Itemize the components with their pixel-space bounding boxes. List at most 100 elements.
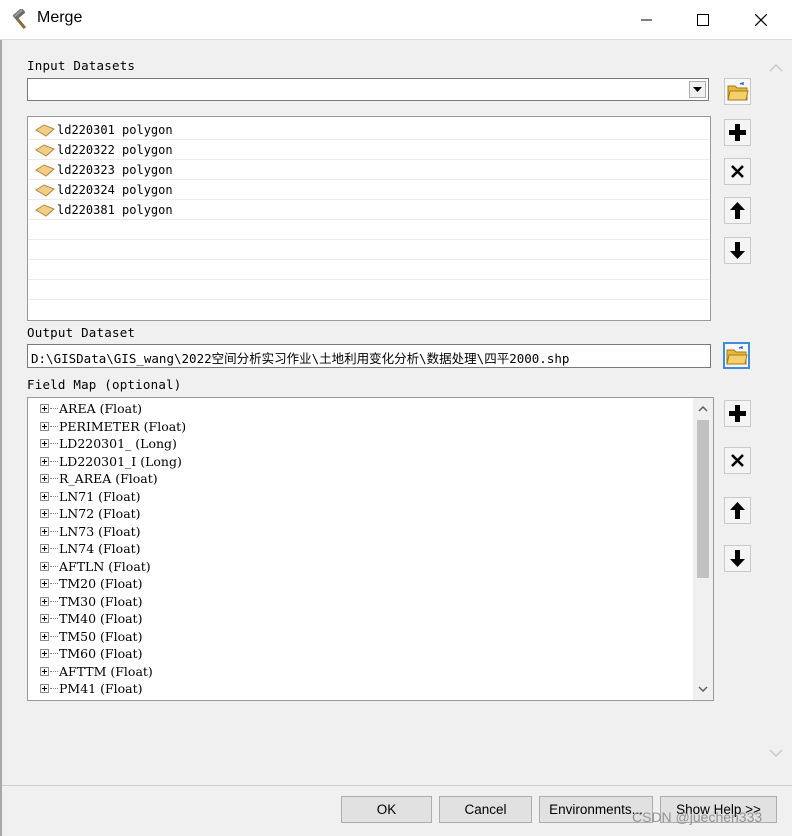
button-bar-divider [2,785,792,786]
list-item[interactable]: ld220322 polygon [28,140,710,160]
tree-item[interactable]: LN71 (Float) [28,488,688,506]
chevron-down-icon [769,749,783,758]
expand-icon[interactable] [40,666,49,676]
tree-item[interactable]: TM50 (Float) [28,628,688,646]
tree-item[interactable]: TM40 (Float) [28,610,688,628]
expand-icon[interactable] [40,614,49,623]
scroll-up-button[interactable] [695,401,711,417]
expand-icon[interactable] [40,439,49,448]
move-down-field-button[interactable] [724,545,751,572]
list-item[interactable]: ld220301 polygon [28,120,710,140]
expand-icon[interactable] [40,631,49,641]
tree-item[interactable]: LD220301_ (Long) [28,435,688,453]
scroll-down-button[interactable] [695,681,711,697]
tree-connector [50,583,58,584]
expand-icon[interactable] [40,421,49,431]
add-field-button[interactable] [724,400,751,427]
chevron-up-icon [698,406,708,412]
browse-input-button[interactable] [724,78,751,105]
remove-field-button[interactable] [724,447,751,474]
field-name: AFTTM (Float) [59,663,153,679]
tree-item[interactable]: TM20 (Float) [28,575,688,593]
expand-icon[interactable] [40,544,49,553]
tree-connector [50,443,58,444]
remove-dataset-button[interactable] [724,158,751,185]
input-datasets-list[interactable]: ld220301 polygon ld220322 polygon ld2203… [27,116,711,321]
field-name: LN72 (Float) [59,506,141,521]
tree-item[interactable]: LD220301_I (Long) [28,453,688,471]
expand-icon[interactable] [40,684,49,693]
tree-item[interactable]: LN74 (Float) [28,540,688,558]
cancel-button[interactable]: Cancel [439,796,532,823]
list-item[interactable]: ld220323 polygon [28,160,710,180]
field-map-tree[interactable]: AREA (Float) PERIMETER (Float) LD220301_… [27,397,714,701]
empty-row [28,220,710,240]
move-up-field-button[interactable] [724,497,751,524]
field-name: R_AREA (Float) [59,471,158,486]
expand-icon[interactable] [40,404,49,413]
tree-connector [50,460,58,462]
tree-connector [50,618,58,619]
tree-item[interactable]: TM60 (Float) [28,645,688,663]
minimize-button[interactable] [618,0,676,40]
expand-icon[interactable] [40,509,49,518]
output-dataset-field[interactable]: D:\GISData\GIS_wang\2022空间分析实习作业\土地利用变化分… [27,344,711,368]
move-up-dataset-button[interactable] [724,197,751,224]
folder-open-icon [725,345,748,364]
tree-connector [50,408,58,409]
browse-output-button[interactable] [723,342,750,369]
dataset-name: ld220324 polygon [57,183,173,197]
tree-item[interactable]: TM30 (Float) [28,593,688,611]
tree-item[interactable]: LN72 (Float) [28,505,688,523]
tree-item[interactable]: AREA (Float) [28,400,688,418]
field-name: LN73 (Float) [59,523,141,539]
close-icon [755,14,767,26]
tree-connector [50,513,58,514]
field-name: TM60 (Float) [59,646,143,661]
maximize-button[interactable] [674,0,732,40]
list-item[interactable]: ld220324 polygon [28,180,710,200]
expand-icon[interactable] [40,526,49,536]
expand-icon[interactable] [40,561,49,571]
ok-button[interactable]: OK [341,796,432,823]
tree-connector [50,670,58,672]
empty-row [28,280,710,300]
field-map-scrollbar[interactable] [693,398,713,700]
move-down-icon [730,242,745,259]
empty-row [28,240,710,260]
field-name: AREA (Float) [59,401,142,416]
close-button[interactable] [732,0,790,40]
dialog-scroll-up-button[interactable] [766,60,786,76]
list-item[interactable]: ld220381 polygon [28,200,710,220]
expand-icon[interactable] [40,474,49,483]
move-down-icon [730,550,745,567]
combo-dropdown-button[interactable] [689,81,706,98]
tree-item[interactable]: AFTLN (Float) [28,558,688,576]
add-dataset-button[interactable] [724,119,751,146]
chevron-down-icon [698,686,708,692]
expand-icon[interactable] [40,596,49,606]
tree-connector [50,688,58,689]
expand-icon[interactable] [40,649,49,658]
input-dataset-combo[interactable] [27,78,709,101]
move-down-dataset-button[interactable] [724,237,751,264]
tree-item[interactable]: LN73 (Float) [28,523,688,541]
title-bar: Merge [0,0,792,40]
hammer-icon [12,9,27,30]
remove-icon [731,454,744,467]
field-name: PERIMETER (Float) [59,418,187,434]
field-name: PM41 (Float) [59,681,143,696]
tree-item[interactable]: PM41 (Float) [28,680,688,698]
polygon-layer-icon [35,164,55,177]
scroll-thumb[interactable] [697,420,709,578]
expand-icon[interactable] [40,456,49,466]
expand-icon[interactable] [40,491,49,501]
tree-item[interactable]: R_AREA (Float) [28,470,688,488]
tree-item[interactable]: PERIMETER (Float) [28,418,688,436]
dialog-scroll-down-button[interactable] [766,745,786,761]
move-up-icon [730,202,745,219]
tree-item[interactable]: AFTTM (Float) [28,663,688,681]
field-name: LD220301_I (Long) [59,453,182,469]
tree-connector [50,548,58,549]
expand-icon[interactable] [40,579,49,588]
